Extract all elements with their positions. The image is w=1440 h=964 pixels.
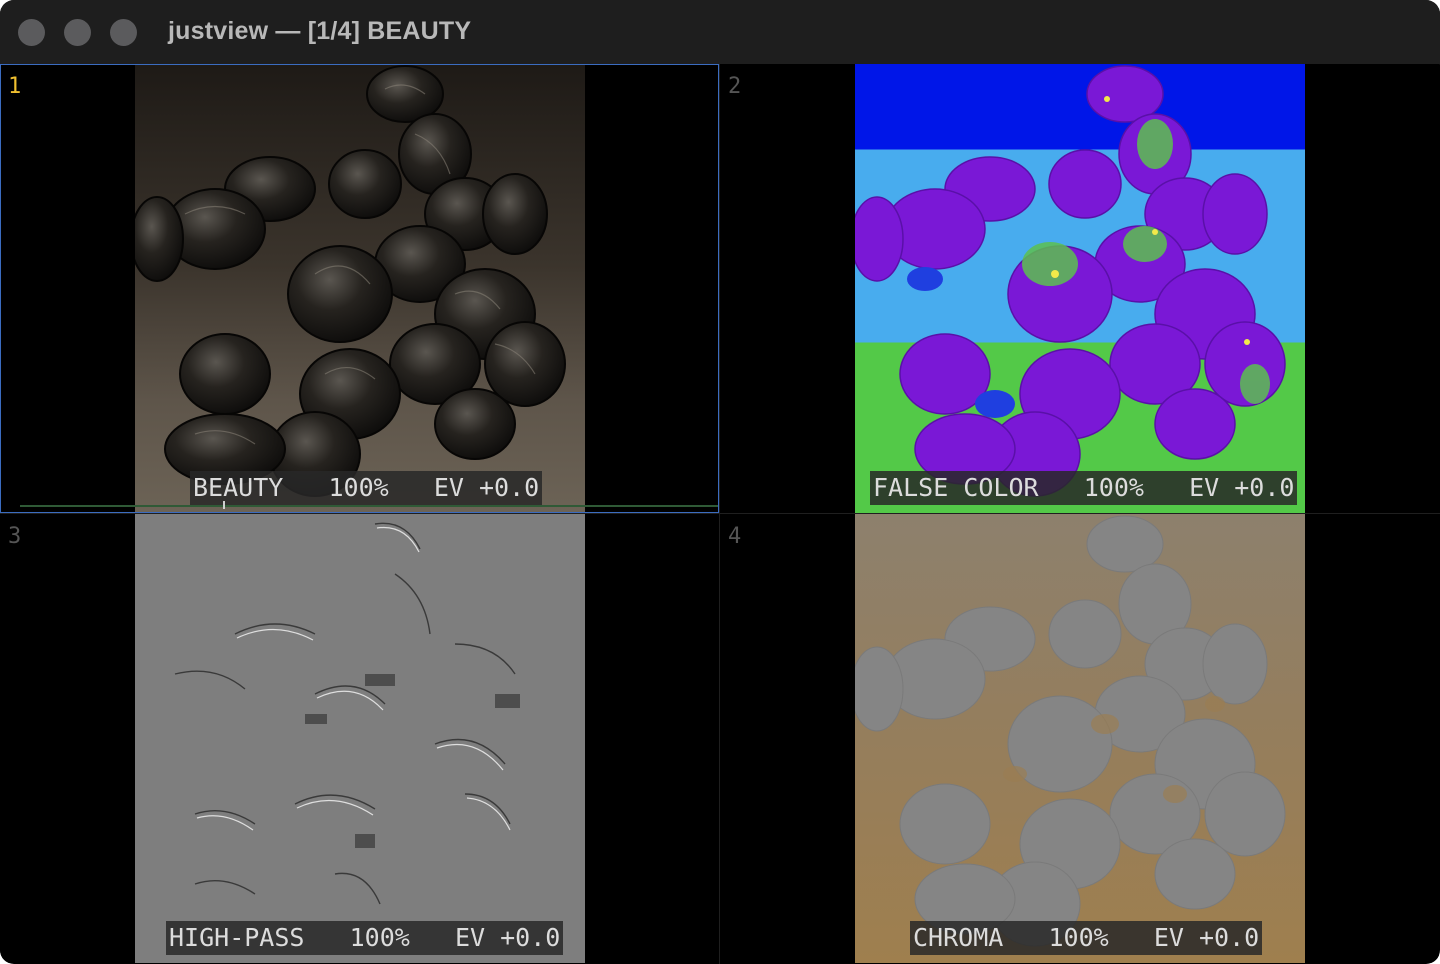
pane-divider-horizontal (0, 513, 1440, 514)
pane-index: 2 (728, 74, 742, 99)
viewer-grid: 1 BEAUTY 100% EV +0.0 2 FALSE COLOR 100%… (0, 64, 1440, 964)
pane-hud: HIGH-PASS 100% EV +0.0 (166, 921, 564, 955)
viewer-pane-false-color[interactable]: 2 FALSE COLOR 100% EV +0.0 (720, 64, 1439, 513)
window-title: justview — [1/4] BEAUTY (168, 17, 472, 45)
chroma-render (855, 515, 1286, 947)
chroma-image (855, 514, 1305, 963)
beauty-image (135, 64, 585, 513)
pane-hud: BEAUTY 100% EV +0.0 (190, 471, 543, 505)
viewer-pane-chroma[interactable]: 4 CHROMA 100% EV +0.0 (720, 514, 1439, 963)
pane-hud: CHROMA 100% EV +0.0 (910, 921, 1263, 955)
viewer-pane-beauty[interactable]: 1 BEAUTY 100% EV +0.0 (0, 64, 719, 513)
window-zoom-icon[interactable] (110, 19, 137, 46)
high-pass-render (174, 522, 520, 905)
pane-hud: FALSE COLOR 100% EV +0.0 (870, 471, 1298, 505)
false-color-image (855, 64, 1305, 513)
window-minimize-icon[interactable] (64, 19, 91, 46)
beauty-render (135, 65, 566, 497)
pane-index: 1 (8, 74, 22, 99)
pane-index: 3 (8, 524, 22, 549)
false-color-render (855, 65, 1286, 497)
pane-index: 4 (728, 524, 742, 549)
scrubber-handle[interactable] (223, 501, 225, 509)
app-window: justview — [1/4] BEAUTY 1 BEAUTY 100% EV… (0, 0, 1440, 964)
high-pass-image (135, 514, 585, 963)
viewer-pane-high-pass[interactable]: 3 HIGH-PASS 100% EV +0.0 (0, 514, 719, 963)
title-bar[interactable]: justview — [1/4] BEAUTY (0, 0, 1440, 65)
timeline-scrubber[interactable] (20, 505, 718, 507)
pane-divider-vertical (719, 64, 720, 964)
window-close-icon[interactable] (18, 19, 45, 46)
